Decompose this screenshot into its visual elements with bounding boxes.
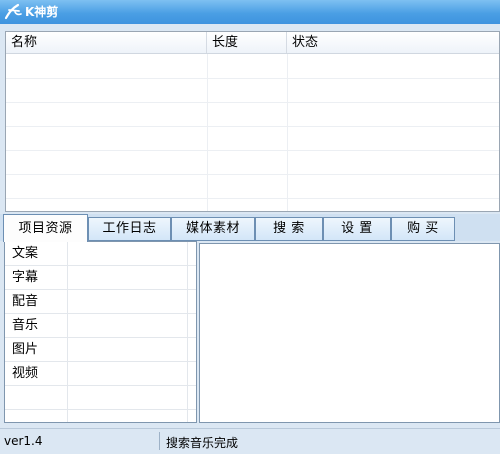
grid-line <box>6 150 499 151</box>
tab-project-resources[interactable]: 项目资源 <box>3 214 88 242</box>
resource-item-voiceover[interactable]: 配音 <box>5 290 196 314</box>
status-separator <box>159 432 160 450</box>
file-list-body[interactable] <box>6 54 499 211</box>
resource-item-label: 文案 <box>12 246 39 261</box>
tab-settings[interactable]: 设 置 <box>323 217 391 241</box>
grid-line <box>187 242 188 422</box>
resource-item-label: 字幕 <box>12 270 39 285</box>
status-bar: ver1.4 搜索音乐完成 <box>0 428 500 454</box>
column-header-length[interactable]: 长度 <box>207 32 287 53</box>
grid-line <box>6 78 499 79</box>
resource-item-empty <box>5 386 196 410</box>
tab-media-assets[interactable]: 媒体素材 <box>171 217 255 241</box>
tab-work-log[interactable]: 工作日志 <box>88 217 171 241</box>
grid-line <box>6 174 499 175</box>
grid-line <box>6 102 499 103</box>
grid-line <box>6 126 499 127</box>
resource-item-copywriting[interactable]: 文案 <box>5 242 196 266</box>
resource-item-label: 视频 <box>12 366 39 381</box>
column-header-name[interactable]: 名称 <box>6 32 207 53</box>
resource-item-label: 配音 <box>12 294 39 309</box>
tab-purchase[interactable]: 购 买 <box>391 217 455 241</box>
grid-line <box>207 54 208 211</box>
title-bar[interactable]: K神剪 <box>0 0 500 24</box>
resource-item-videos[interactable]: 视频 <box>5 362 196 386</box>
file-list-header: 名称 长度 状态 <box>6 32 499 54</box>
resource-item-subtitles[interactable]: 字幕 <box>5 266 196 290</box>
grid-line <box>287 54 288 211</box>
resource-detail-panel[interactable] <box>199 243 500 423</box>
file-list-table[interactable]: 名称 长度 状态 <box>5 31 500 212</box>
app-logo-icon <box>4 3 22 20</box>
grid-line <box>67 242 68 422</box>
tab-search[interactable]: 搜 索 <box>255 217 323 241</box>
resource-item-music[interactable]: 音乐 <box>5 314 196 338</box>
version-label: ver1.4 <box>4 434 43 448</box>
grid-line <box>6 198 499 199</box>
resource-item-images[interactable]: 图片 <box>5 338 196 362</box>
status-message: 搜索音乐完成 <box>166 436 239 450</box>
resource-list[interactable]: 文案 字幕 配音 音乐 图片 视频 <box>4 241 197 423</box>
tab-strip: 项目资源 工作日志 媒体素材 搜 索 设 置 购 买 <box>0 214 500 242</box>
column-header-status[interactable]: 状态 <box>287 32 499 53</box>
resource-item-label: 音乐 <box>12 318 39 333</box>
resource-item-label: 图片 <box>12 342 39 357</box>
window-title: K神剪 <box>25 5 59 19</box>
